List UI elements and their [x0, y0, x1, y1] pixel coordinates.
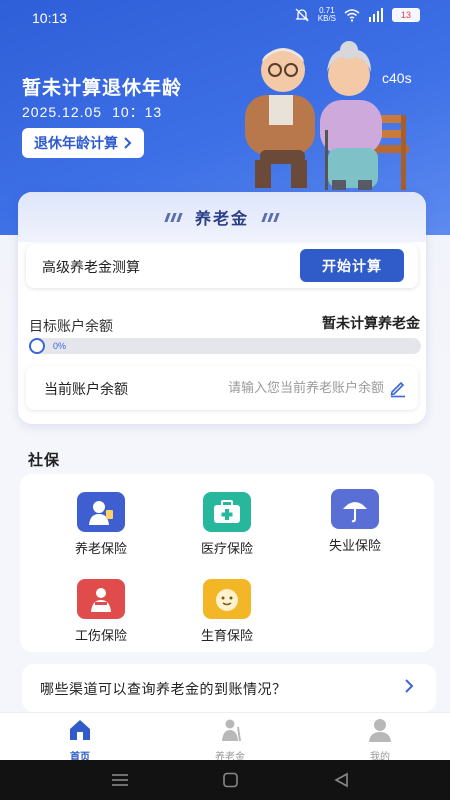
back-icon[interactable] [332, 772, 352, 788]
baby-face-icon [203, 579, 251, 619]
signal-icon [369, 8, 383, 22]
current-balance-label: 当前账户余额 [44, 382, 128, 398]
pension-card-title: 养老金 [194, 209, 249, 228]
medical-insurance-label: 医疗保险 [200, 542, 253, 557]
battery-indicator: 13 [392, 8, 420, 22]
user-icon [369, 719, 391, 742]
pension-insurance-icon [77, 492, 125, 532]
pension-insurance-item[interactable]: 养老保险 [46, 492, 156, 557]
status-icons: 0.71 KB/S 13 [294, 7, 420, 23]
start-calc-button[interactable]: 开始计算 [300, 249, 404, 282]
faq-question: 哪些渠道可以查询养老金的到账情况？ [40, 682, 287, 698]
medical-insurance-item[interactable]: 医疗保险 [172, 492, 282, 557]
net-speed: 0.71 KB/S [318, 7, 336, 23]
advanced-pension-calc-row: 高级养老金测算 开始计算 [26, 244, 418, 288]
maternity-insurance-item[interactable]: 生育保险 [172, 579, 282, 644]
social-security-section-title: 社保 [28, 451, 61, 469]
home-icon [70, 720, 90, 740]
target-balance-label: 目标账户余额 [29, 319, 113, 335]
tab-home[interactable]: 首页 [40, 717, 120, 763]
medical-kit-icon [203, 492, 251, 532]
mute-icon [295, 8, 309, 22]
retirement-age-title: 暂未计算退休年龄 [22, 77, 183, 99]
maternity-insurance-label: 生育保险 [200, 629, 253, 644]
target-balance-value: 暂未计算养老金 [322, 316, 420, 332]
app-screen: 10:13 0.71 KB/S 13 暂未计算退休年龄 2025.12.05 1… [0, 0, 450, 800]
hero-date: 2025.12.05 [22, 104, 103, 120]
elderly-couple-illustration [245, 41, 409, 190]
retirement-age-calc-label: 退休年龄计算 [34, 136, 118, 152]
status-bar: 10:13 0.71 KB/S 13 [0, 0, 450, 34]
work-injury-icon [77, 579, 125, 619]
pension-insurance-label: 养老保险 [74, 542, 127, 557]
progress-percent: 0% [53, 341, 67, 351]
current-balance-input[interactable] [174, 374, 384, 402]
pension-query-faq[interactable]: 哪些渠道可以查询养老金的到账情况？ [22, 664, 436, 712]
menu-icon[interactable] [110, 772, 130, 788]
chevron-right-icon [405, 679, 414, 693]
progress-knob [29, 338, 45, 354]
status-time: 10:13 [32, 10, 68, 26]
pension-card: 养老金 高级养老金测算 开始计算 目标账户余额 暂未计算养老金 0% 当前账户余… [18, 192, 426, 424]
work-injury-insurance-item[interactable]: 工伤保险 [46, 579, 156, 644]
wifi-icon [344, 9, 360, 22]
net-speed-unit: KB/S [317, 14, 336, 23]
pension-tab-icon [222, 719, 241, 742]
tab-pension[interactable]: 养老金 [190, 717, 270, 763]
umbrella-icon [331, 489, 379, 529]
edit-icon[interactable] [388, 378, 408, 398]
bottom-tab-bar: 首页 养老金 我的 [0, 712, 450, 763]
header-decoration-left [164, 212, 183, 222]
system-navigation-bar [0, 760, 450, 800]
balance-progress-bar: 0% [29, 338, 421, 354]
home-button-icon[interactable] [221, 772, 241, 788]
chevron-right-icon [124, 137, 132, 149]
advanced-pension-calc-label: 高级养老金测算 [42, 260, 140, 276]
header-decoration-right [261, 212, 280, 222]
retirement-age-calc-button[interactable]: 退休年龄计算 [22, 128, 144, 158]
tab-profile[interactable]: 我的 [340, 717, 420, 763]
unemployment-insurance-item[interactable]: 失业保险 [300, 489, 410, 554]
social-insurance-grid: 养老保险 医疗保险 失业保险 工伤保险 生育保险 [20, 474, 434, 652]
hero-time: 10：13 [112, 104, 163, 120]
unemployment-insurance-label: 失业保险 [328, 539, 381, 554]
current-balance-row: 当前账户余额 [26, 366, 418, 410]
hero-datetime: 2025.12.05 10：13 [22, 102, 162, 122]
work-injury-insurance-label: 工伤保险 [74, 629, 127, 644]
pension-card-header: 养老金 [18, 192, 426, 242]
